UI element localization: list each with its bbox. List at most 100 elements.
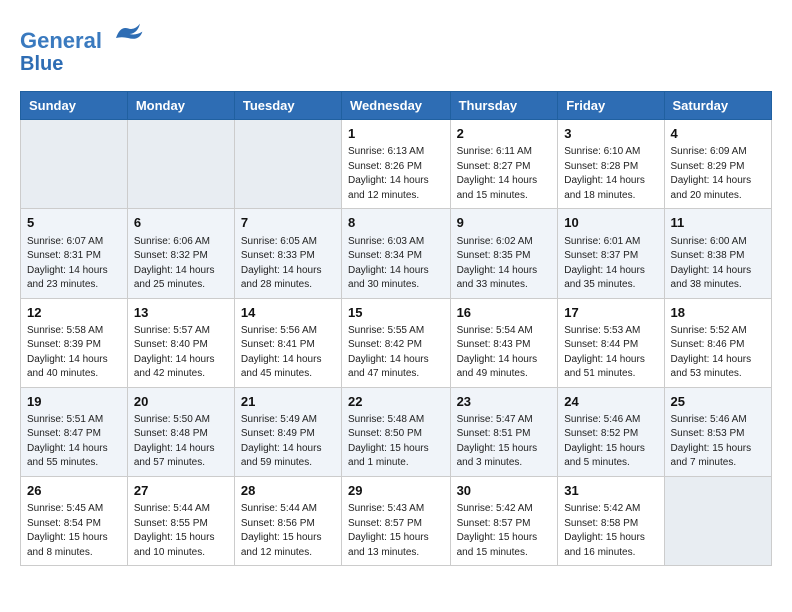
day-info: Sunrise: 5:53 AM Sunset: 8:44 PM Dayligh… bbox=[564, 324, 657, 382]
day-number: 22 bbox=[348, 393, 444, 411]
day-number: 2 bbox=[457, 125, 552, 143]
day-number: 24 bbox=[564, 393, 657, 411]
calendar-cell: 21 Sunrise: 5:49 AM Sunset: 8:49 PM Dayli… bbox=[234, 387, 341, 476]
day-info: Sunrise: 5:43 AM Sunset: 8:57 PM Dayligh… bbox=[348, 502, 444, 560]
calendar-cell: 9 Sunrise: 6:02 AM Sunset: 8:35 PM Daylig… bbox=[450, 209, 558, 298]
day-info: Sunrise: 6:09 AM Sunset: 8:29 PM Dayligh… bbox=[671, 145, 765, 203]
calendar-cell: 31 Sunrise: 5:42 AM Sunset: 8:58 PM Dayli… bbox=[558, 476, 664, 565]
calendar-cell: 6 Sunrise: 6:06 AM Sunset: 8:32 PM Daylig… bbox=[127, 209, 234, 298]
day-number: 14 bbox=[241, 304, 335, 322]
day-number: 30 bbox=[457, 482, 552, 500]
day-header-saturday: Saturday bbox=[664, 92, 771, 120]
page-header: General Blue bbox=[20, 20, 772, 75]
day-info: Sunrise: 6:03 AM Sunset: 8:34 PM Dayligh… bbox=[348, 235, 444, 293]
calendar-cell: 10 Sunrise: 6:01 AM Sunset: 8:37 PM Dayli… bbox=[558, 209, 664, 298]
calendar-cell bbox=[127, 120, 234, 209]
calendar-cell: 19 Sunrise: 5:51 AM Sunset: 8:47 PM Dayli… bbox=[21, 387, 128, 476]
day-info: Sunrise: 6:11 AM Sunset: 8:27 PM Dayligh… bbox=[457, 145, 552, 203]
day-header-tuesday: Tuesday bbox=[234, 92, 341, 120]
day-info: Sunrise: 6:06 AM Sunset: 8:32 PM Dayligh… bbox=[134, 235, 228, 293]
calendar-cell: 27Sunrise: 5:44 AM Sunset: 8:55 PM Dayli… bbox=[127, 476, 234, 565]
logo: General Blue bbox=[20, 20, 144, 75]
day-info: Sunrise: 5:42 AM Sunset: 8:58 PM Dayligh… bbox=[564, 502, 657, 560]
day-header-friday: Friday bbox=[558, 92, 664, 120]
day-info: Sunrise: 5:55 AM Sunset: 8:42 PM Dayligh… bbox=[348, 324, 444, 382]
logo-text: General bbox=[20, 20, 144, 53]
day-info: Sunrise: 5:46 AM Sunset: 8:53 PM Dayligh… bbox=[671, 413, 765, 471]
day-number: 1 bbox=[348, 125, 444, 143]
day-info: Sunrise: 6:01 AM Sunset: 8:37 PM Dayligh… bbox=[564, 235, 657, 293]
day-number: 16 bbox=[457, 304, 552, 322]
day-header-thursday: Thursday bbox=[450, 92, 558, 120]
day-number: 3 bbox=[564, 125, 657, 143]
day-number: 13 bbox=[134, 304, 228, 322]
calendar-table: SundayMondayTuesdayWednesdayThursdayFrid… bbox=[20, 91, 772, 566]
calendar-week-5: 26 Sunrise: 5:45 AM Sunset: 8:54 PM Dayli… bbox=[21, 476, 772, 565]
logo-bird-icon bbox=[112, 20, 144, 48]
day-info: Sunrise: 5:51 AM Sunset: 8:47 PM Dayligh… bbox=[27, 413, 121, 471]
calendar-cell: 14 Sunrise: 5:56 AM Sunset: 8:41 PM Dayli… bbox=[234, 298, 341, 387]
calendar-cell: 18Sunrise: 5:52 AM Sunset: 8:46 PM Dayli… bbox=[664, 298, 771, 387]
day-header-sunday: Sunday bbox=[21, 92, 128, 120]
calendar-cell: 23Sunrise: 5:47 AM Sunset: 8:51 PM Dayli… bbox=[450, 387, 558, 476]
day-header-wednesday: Wednesday bbox=[342, 92, 451, 120]
day-info: Sunrise: 5:56 AM Sunset: 8:41 PM Dayligh… bbox=[241, 324, 335, 382]
day-number: 10 bbox=[564, 214, 657, 232]
calendar-week-3: 12 Sunrise: 5:58 AM Sunset: 8:39 PM Dayli… bbox=[21, 298, 772, 387]
day-info: Sunrise: 5:44 AM Sunset: 8:56 PM Dayligh… bbox=[241, 502, 335, 560]
day-number: 26 bbox=[27, 482, 121, 500]
day-number: 20 bbox=[134, 393, 228, 411]
day-info: Sunrise: 6:05 AM Sunset: 8:33 PM Dayligh… bbox=[241, 235, 335, 293]
day-number: 28 bbox=[241, 482, 335, 500]
day-info: Sunrise: 5:44 AM Sunset: 8:55 PM Dayligh… bbox=[134, 502, 228, 560]
day-number: 15 bbox=[348, 304, 444, 322]
day-info: Sunrise: 5:42 AM Sunset: 8:57 PM Dayligh… bbox=[457, 502, 552, 560]
calendar-cell: 5 Sunrise: 6:07 AM Sunset: 8:31 PM Daylig… bbox=[21, 209, 128, 298]
calendar-cell: 2 Sunrise: 6:11 AM Sunset: 8:27 PM Daylig… bbox=[450, 120, 558, 209]
calendar-week-1: 1 Sunrise: 6:13 AM Sunset: 8:26 PM Daylig… bbox=[21, 120, 772, 209]
day-info: Sunrise: 5:54 AM Sunset: 8:43 PM Dayligh… bbox=[457, 324, 552, 382]
day-number: 25 bbox=[671, 393, 765, 411]
day-number: 8 bbox=[348, 214, 444, 232]
day-number: 18 bbox=[671, 304, 765, 322]
calendar-cell: 7Sunrise: 6:05 AM Sunset: 8:33 PM Daylig… bbox=[234, 209, 341, 298]
calendar-cell: 29 Sunrise: 5:43 AM Sunset: 8:57 PM Dayli… bbox=[342, 476, 451, 565]
day-number: 6 bbox=[134, 214, 228, 232]
calendar-cell: 8 Sunrise: 6:03 AM Sunset: 8:34 PM Daylig… bbox=[342, 209, 451, 298]
calendar-cell: 17Sunrise: 5:53 AM Sunset: 8:44 PM Dayli… bbox=[558, 298, 664, 387]
day-info: Sunrise: 5:47 AM Sunset: 8:51 PM Dayligh… bbox=[457, 413, 552, 471]
calendar-cell bbox=[234, 120, 341, 209]
calendar-cell: 13 Sunrise: 5:57 AM Sunset: 8:40 PM Dayli… bbox=[127, 298, 234, 387]
calendar-cell: 15 Sunrise: 5:55 AM Sunset: 8:42 PM Dayli… bbox=[342, 298, 451, 387]
day-number: 19 bbox=[27, 393, 121, 411]
calendar-cell: 24Sunrise: 5:46 AM Sunset: 8:52 PM Dayli… bbox=[558, 387, 664, 476]
day-number: 12 bbox=[27, 304, 121, 322]
calendar-cell: 12 Sunrise: 5:58 AM Sunset: 8:39 PM Dayli… bbox=[21, 298, 128, 387]
day-info: Sunrise: 6:10 AM Sunset: 8:28 PM Dayligh… bbox=[564, 145, 657, 203]
calendar-cell bbox=[664, 476, 771, 565]
day-info: Sunrise: 5:58 AM Sunset: 8:39 PM Dayligh… bbox=[27, 324, 121, 382]
calendar-cell: 26 Sunrise: 5:45 AM Sunset: 8:54 PM Dayli… bbox=[21, 476, 128, 565]
day-info: Sunrise: 6:07 AM Sunset: 8:31 PM Dayligh… bbox=[27, 235, 121, 293]
day-info: Sunrise: 6:00 AM Sunset: 8:38 PM Dayligh… bbox=[671, 235, 765, 293]
day-number: 5 bbox=[27, 214, 121, 232]
calendar-week-2: 5 Sunrise: 6:07 AM Sunset: 8:31 PM Daylig… bbox=[21, 209, 772, 298]
day-number: 9 bbox=[457, 214, 552, 232]
day-info: Sunrise: 5:57 AM Sunset: 8:40 PM Dayligh… bbox=[134, 324, 228, 382]
day-number: 29 bbox=[348, 482, 444, 500]
calendar-week-4: 19 Sunrise: 5:51 AM Sunset: 8:47 PM Dayli… bbox=[21, 387, 772, 476]
day-info: Sunrise: 5:45 AM Sunset: 8:54 PM Dayligh… bbox=[27, 502, 121, 560]
calendar-header-row: SundayMondayTuesdayWednesdayThursdayFrid… bbox=[21, 92, 772, 120]
day-info: Sunrise: 5:49 AM Sunset: 8:49 PM Dayligh… bbox=[241, 413, 335, 471]
day-number: 21 bbox=[241, 393, 335, 411]
day-info: Sunrise: 5:50 AM Sunset: 8:48 PM Dayligh… bbox=[134, 413, 228, 471]
calendar-cell: 1 Sunrise: 6:13 AM Sunset: 8:26 PM Daylig… bbox=[342, 120, 451, 209]
day-info: Sunrise: 6:02 AM Sunset: 8:35 PM Dayligh… bbox=[457, 235, 552, 293]
calendar-cell: 22 Sunrise: 5:48 AM Sunset: 8:50 PM Dayli… bbox=[342, 387, 451, 476]
day-number: 31 bbox=[564, 482, 657, 500]
day-info: Sunrise: 6:13 AM Sunset: 8:26 PM Dayligh… bbox=[348, 145, 444, 203]
day-number: 11 bbox=[671, 214, 765, 232]
calendar-cell: 30 Sunrise: 5:42 AM Sunset: 8:57 PM Dayli… bbox=[450, 476, 558, 565]
calendar-cell: 11 Sunrise: 6:00 AM Sunset: 8:38 PM Dayli… bbox=[664, 209, 771, 298]
day-info: Sunrise: 5:48 AM Sunset: 8:50 PM Dayligh… bbox=[348, 413, 444, 471]
